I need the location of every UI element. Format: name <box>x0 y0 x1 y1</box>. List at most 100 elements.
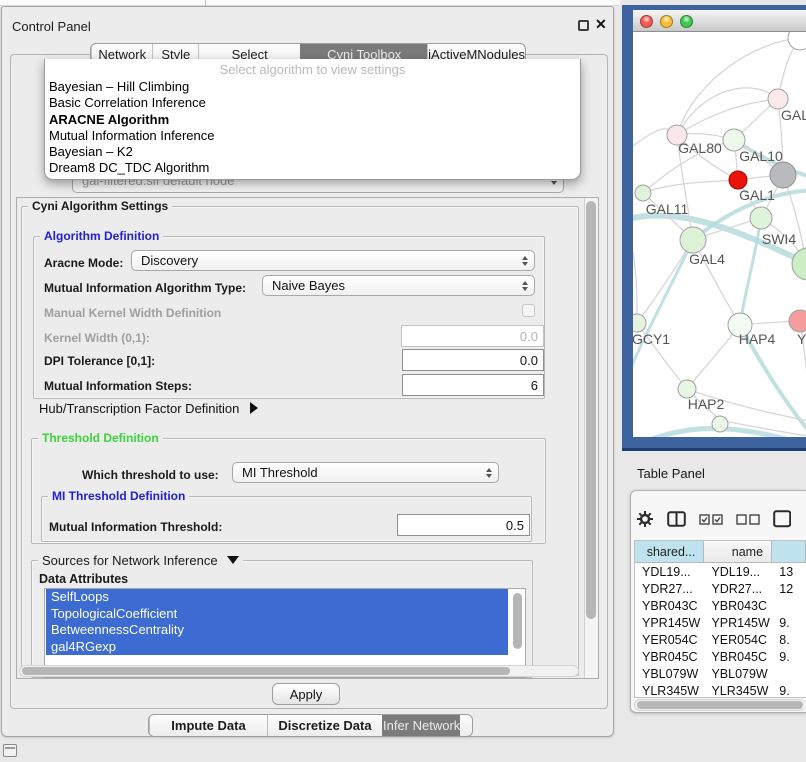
cell-shared-name: YDL19... <box>635 563 704 580</box>
table-row[interactable]: YBR043C YBR043C <box>635 597 806 614</box>
collapse-down-icon[interactable] <box>227 556 239 564</box>
mi-algorithm-type-value: Naive Bayes <box>272 278 345 293</box>
table-row[interactable]: YBL079W YBL079W <box>635 665 806 682</box>
table-horizontal-scroll-track[interactable] <box>634 699 806 711</box>
expand-right-icon <box>250 402 258 414</box>
sources-group: Sources for Network Inference Data Attri… <box>31 560 533 678</box>
sources-group-title: Sources for Network Inference <box>38 553 243 568</box>
node-gray[interactable] <box>770 162 796 188</box>
column-header-shared-name[interactable]: shared... <box>635 541 704 562</box>
network-window-titlebar[interactable] <box>633 10 806 32</box>
table-row[interactable]: YBR045C YBR045C 9. <box>635 648 806 665</box>
cell-shared-name: YDR27... <box>635 580 704 597</box>
table-row[interactable]: YER054C YER054C 8. <box>635 631 806 648</box>
table-row[interactable]: YDL19... YDL19... 13 <box>635 563 806 580</box>
algorithm-list-item[interactable]: Dream8 DC_TDC Algorithm <box>45 160 580 176</box>
settings-horizontal-scroll-thumb[interactable] <box>22 667 510 675</box>
zoom-traffic-light-icon[interactable] <box>680 15 693 28</box>
algorithm-list-item[interactable]: Basic Correlation Inference <box>45 95 580 111</box>
cell-value: 9. <box>772 682 806 698</box>
cell-name: YDR27... <box>704 580 772 597</box>
attribute-item[interactable]: gal4RGexp <box>46 639 508 656</box>
node-gal-pink[interactable] <box>768 89 788 109</box>
select-all-checked-icon[interactable] <box>699 514 723 525</box>
node-gal4[interactable] <box>680 227 706 253</box>
hub-definition-label: Hub/Transcription Factor Definition <box>39 401 239 416</box>
minimized-panel-icon[interactable] <box>3 744 17 757</box>
column-header-partial[interactable] <box>772 541 806 562</box>
node-gal11[interactable] <box>635 185 651 201</box>
table-row[interactable]: YDR27... YDR27... 12 <box>635 580 806 597</box>
cyni-algorithm-settings-title: Cyni Algorithm Settings <box>28 199 172 213</box>
attribute-item[interactable]: BetweennessCentrality <box>46 622 508 639</box>
cell-name: YBR045C <box>704 648 772 665</box>
algorithm-list-item[interactable]: Mutual Information Inference <box>45 128 580 144</box>
node-bottom[interactable] <box>712 416 728 432</box>
algorithm-dropdown-popup: Select algorithm to view settings Bayesi… <box>44 59 581 180</box>
node-big-green[interactable] <box>792 248 806 280</box>
aracne-mode-combo[interactable]: Discovery <box>131 250 535 271</box>
node-label: GAL4 <box>689 251 725 267</box>
table-row[interactable]: YPR145W YPR145W 9. <box>635 614 806 631</box>
table-header-row: shared... name <box>635 541 806 563</box>
deselect-all-icon[interactable] <box>736 514 760 525</box>
cell-name: YBL079W <box>704 665 772 682</box>
apply-button[interactable]: Apply <box>272 683 340 705</box>
split-view-icon[interactable] <box>667 511 686 527</box>
node-table: shared... name YDL19... YDL19... 13 YDR2… <box>634 540 806 698</box>
float-window-icon[interactable] <box>578 20 589 31</box>
algorithm-dropdown-prompt: Select algorithm to view settings <box>45 62 580 79</box>
attribute-item[interactable]: TopologicalCoefficient <box>46 606 508 623</box>
cell-value: 8. <box>772 631 806 648</box>
algorithm-list-item[interactable]: ARACNE Algorithm <box>45 112 580 128</box>
screenshot-root: Control Panel ✕ gal-filtered.sif default… <box>0 0 806 762</box>
settings-scroll-pane: Cyni Algorithm Settings Algorithm Defini… <box>16 197 599 679</box>
attribute-list-scrollbar[interactable] <box>513 593 522 649</box>
node-label: GCY1 <box>633 331 670 347</box>
table-options-icon-partial[interactable] <box>773 510 791 528</box>
node-gcy1[interactable] <box>633 314 646 332</box>
dpi-tolerance-field[interactable]: 0.0 <box>402 349 544 371</box>
node-label: SWI4 <box>762 231 796 247</box>
node-gal1[interactable] <box>750 207 772 229</box>
cell-shared-name: YBL079W <box>635 665 704 682</box>
column-header-name[interactable]: name <box>704 541 772 562</box>
data-attributes-label: Data Attributes <box>39 572 128 586</box>
table-horizontal-scroll-thumb[interactable] <box>637 701 803 709</box>
node-label: Y <box>797 331 806 347</box>
network-canvas[interactable]: GALGAL80GAL10GAL1GAL11SWI4GAL4GCY1HAP4YH… <box>633 32 806 437</box>
mi-steps-field[interactable]: 6 <box>402 374 544 396</box>
manual-kernel-width-checkbox[interactable] <box>522 304 535 317</box>
cell-name: YER054C <box>704 631 772 648</box>
mi-algorithm-type-combo[interactable]: Naive Bayes <box>262 275 535 296</box>
attribute-item[interactable]: SelfLoops <box>46 589 508 606</box>
settings-vertical-scroll-thumb[interactable] <box>586 201 596 619</box>
algorithm-list-item[interactable]: Bayesian – K2 <box>45 144 580 160</box>
mi-steps-label: Mutual Information Steps: <box>44 379 192 393</box>
close-traffic-light-icon[interactable] <box>640 15 653 28</box>
hub-definition-toggle[interactable]: Hub/Transcription Factor Definition <box>39 401 258 416</box>
node-top[interactable] <box>788 32 806 50</box>
mi-threshold-field[interactable]: 0.5 <box>397 514 530 536</box>
close-icon[interactable]: ✕ <box>595 16 607 33</box>
combo-stepper-icon <box>486 463 492 482</box>
algorithm-list-item[interactable]: Bayesian – Hill Climbing <box>45 79 580 95</box>
gear-icon[interactable] <box>636 510 654 528</box>
cell-value: 12 <box>772 580 806 597</box>
minimize-traffic-light-icon[interactable] <box>660 15 673 28</box>
cyni-mode-tabbar: Impute DataDiscretize DataInfer Network <box>148 714 473 737</box>
table-row[interactable]: YLR345W YLR345W 9. <box>635 682 806 698</box>
network-edge <box>677 88 778 135</box>
settings-horizontal-scroll-track[interactable] <box>19 665 579 677</box>
cell-value: 9. <box>772 648 806 665</box>
data-attributes-items: SelfLoopsTopologicalCoefficientBetweenne… <box>45 589 525 655</box>
cyni-mode-tab[interactable]: Infer Network <box>382 715 460 736</box>
cell-name: YLR345W <box>704 682 772 698</box>
which-threshold-combo[interactable]: MI Threshold <box>232 462 499 483</box>
node-label: GAL <box>781 107 806 123</box>
node-salmon[interactable] <box>789 310 806 332</box>
table-body: YDL19... YDL19... 13 YDR27... YDR27... 1… <box>635 563 806 698</box>
sources-title-text: Sources for Network Inference <box>42 553 218 568</box>
cyni-mode-tab[interactable]: Discretize Data <box>267 715 382 736</box>
cyni-mode-tab[interactable]: Impute Data <box>149 715 267 736</box>
